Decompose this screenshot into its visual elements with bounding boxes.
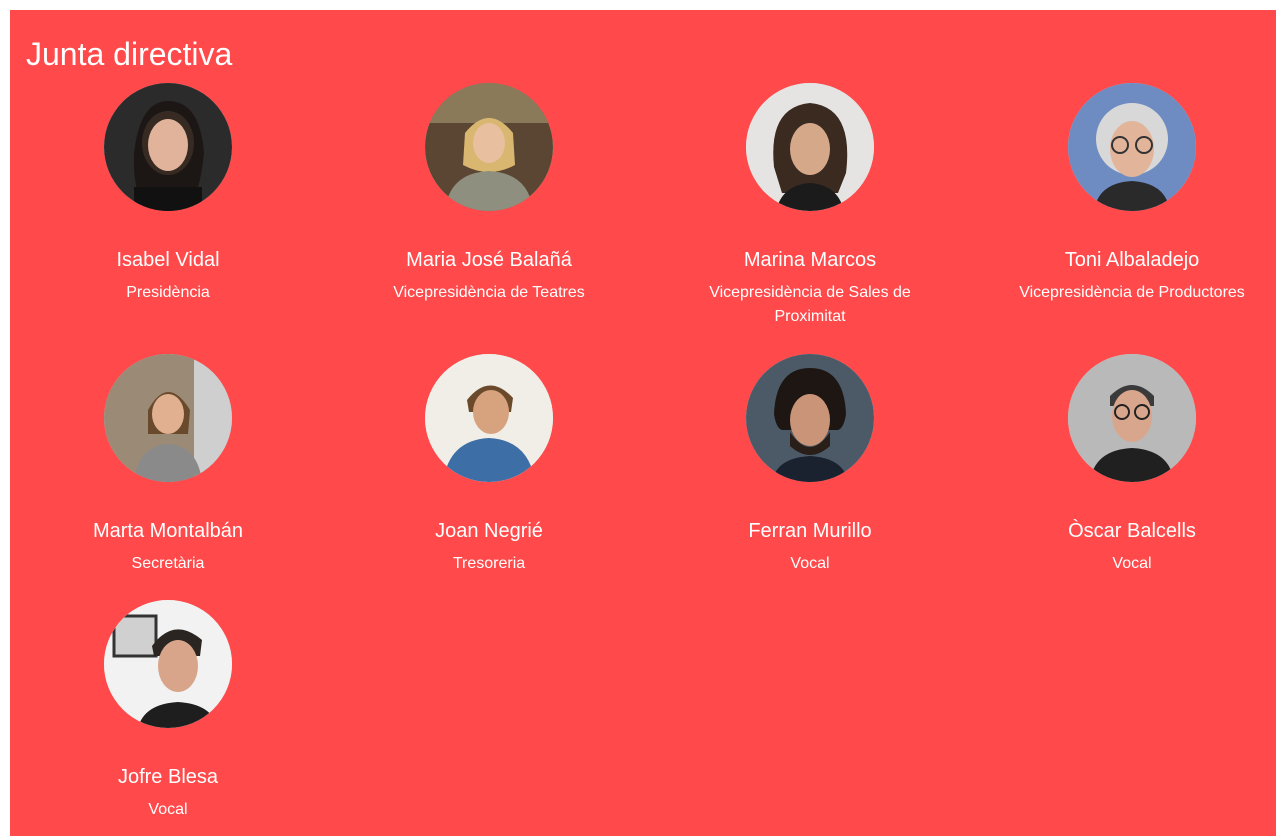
member-card: Òscar Balcells Vocal [972,354,1276,576]
member-name: Toni Albaladejo [1064,249,1200,271]
member-name: Joan Negrié [435,520,543,542]
member-photo [425,83,553,211]
member-card: Marina Marcos Vicepresidència de Sales d… [650,83,970,329]
board-section: Junta directiva Isabel Vidal Presidència… [10,10,1276,836]
member-role: Vicepresidència de Teatres [393,284,585,301]
member-role: Vocal [1112,555,1152,572]
member-role: Tresoreria [452,555,526,572]
member-photo [104,600,232,728]
member-name: Marina Marcos [743,249,877,271]
member-photo [104,83,232,211]
section-title: Junta directiva [26,36,233,72]
member-photo [1068,354,1196,482]
member-card: Joan Negrié Tresoreria [329,354,649,576]
member-card: Marta Montalbán Secretària [8,354,328,576]
member-name: Maria José Balañá [406,249,572,271]
member-photo [104,354,232,482]
member-name: Ferran Murillo [748,520,872,542]
member-card: Maria José Balañá Vicepresidència de Tea… [329,83,649,305]
member-card: Jofre Blesa Vocal [8,600,328,822]
member-card: Ferran Murillo Vocal [650,354,970,576]
member-card: Isabel Vidal Presidència [8,83,328,305]
member-photo [746,83,874,211]
member-photo [425,354,553,482]
member-name: Òscar Balcells [1068,520,1196,542]
member-role: Vicepresidència de Productores [1019,284,1245,301]
member-name: Isabel Vidal [116,249,220,271]
member-role: Vocal [148,801,188,818]
member-name: Jofre Blesa [117,766,219,788]
member-role: Vicepresidència de Sales de Proximitat [709,284,911,325]
member-name: Marta Montalbán [92,520,244,542]
member-role: Secretària [131,555,205,572]
member-role: Vocal [790,555,830,572]
member-photo [746,354,874,482]
member-photo [1068,83,1196,211]
member-card: Toni Albaladejo Vicepresidència de Produ… [972,83,1276,305]
member-role: Presidència [126,284,210,301]
